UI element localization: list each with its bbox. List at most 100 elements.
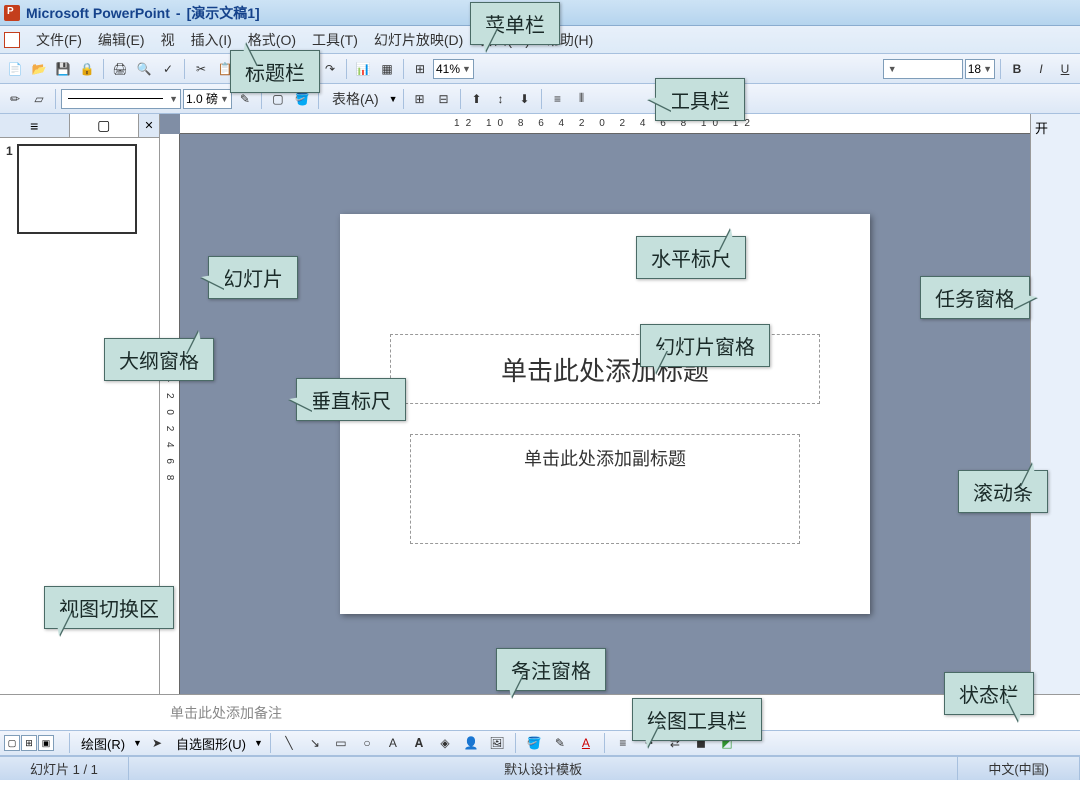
standard-toolbar: 📄 📂 💾 🔒 🖨 🔍 ✓ ✂ 📋 📄 🖌 ↶ ↷ 📊 ▦ ⊞ 41%▼ ▼ 1…	[0, 54, 1080, 84]
taskpane-title: 开	[1031, 114, 1080, 141]
line-style-icon[interactable]: ≡	[612, 732, 634, 754]
diagram-icon[interactable]: ◈	[434, 732, 456, 754]
wordart-icon[interactable]: 𝐀	[408, 732, 430, 754]
redo-icon[interactable]: ↷	[319, 58, 341, 80]
clipart-icon[interactable]: 👤	[460, 732, 482, 754]
drawing-toolbar: ▢ ⊞ ▣ 绘图(R) ▼ ➤ 自选图形(U) ▼ ╲ ↘ ▭ ○ A 𝐀 ◈ …	[0, 730, 1080, 756]
new-icon[interactable]: 📄	[4, 58, 26, 80]
eraser-icon[interactable]: ▱	[28, 88, 50, 110]
callout-slide: 幻灯片	[208, 256, 298, 299]
save-icon[interactable]: 💾	[52, 58, 74, 80]
callout-taskpane: 任务窗格	[920, 276, 1030, 319]
status-bar: 幻灯片 1 / 1 默认设计模板 中文(中国)	[0, 756, 1080, 780]
callout-toolbar: 工具栏	[655, 78, 745, 121]
slide-number: 1	[6, 144, 13, 158]
close-pane-icon[interactable]: ✕	[139, 114, 159, 137]
spell-icon[interactable]: ✓	[157, 58, 179, 80]
permission-icon[interactable]: 🔒	[76, 58, 98, 80]
callout-slidepane: 幻灯片窗格	[640, 324, 770, 367]
chevron-down-icon: ▼	[254, 738, 263, 748]
distribute-cols-icon[interactable]: ⦀	[571, 88, 593, 110]
oval-icon[interactable]: ○	[356, 732, 378, 754]
menu-file[interactable]: 文件(F)	[28, 28, 90, 52]
slide-thumbnail[interactable]	[17, 144, 137, 234]
task-pane[interactable]: 开	[1030, 114, 1080, 694]
draw-table-icon[interactable]: ✏	[4, 88, 26, 110]
draw-menu[interactable]: 绘图(R)	[77, 734, 129, 753]
print-icon[interactable]: 🖨	[109, 58, 131, 80]
chevron-down-icon: ▼	[220, 94, 229, 104]
distribute-rows-icon[interactable]: ≡	[547, 88, 569, 110]
app-name: Microsoft PowerPoint	[26, 5, 170, 21]
merge-icon[interactable]: ⊞	[409, 88, 431, 110]
normal-view-button[interactable]: ▢	[4, 735, 20, 751]
menu-slideshow[interactable]: 幻灯片放映(D)	[366, 28, 471, 52]
split-icon[interactable]: ⊟	[433, 88, 455, 110]
chevron-down-icon: ▼	[888, 64, 897, 74]
menu-view[interactable]: 视	[153, 28, 183, 52]
callout-vruler: 垂直标尺	[296, 378, 406, 421]
line-color-icon[interactable]: ✎	[549, 732, 571, 754]
preview-icon[interactable]: 🔍	[133, 58, 155, 80]
callout-hruler: 水平标尺	[636, 236, 746, 279]
chevron-down-icon: ▼	[462, 64, 471, 74]
border-weight-combo[interactable]: 1.0 磅▼	[183, 89, 232, 109]
fontsize-combo[interactable]: 18▼	[965, 59, 995, 79]
chevron-down-icon: ▼	[983, 64, 992, 74]
callout-notes: 备注窗格	[496, 648, 606, 691]
slide-canvas[interactable]: 单击此处添加标题 单击此处添加副标题	[340, 214, 870, 614]
menu-tools[interactable]: 工具(T)	[304, 28, 366, 52]
thumbnail-list: 1	[0, 138, 159, 240]
callout-titlebar: 标题栏	[230, 50, 320, 93]
chevron-down-icon: ▼	[133, 738, 142, 748]
menu-insert[interactable]: 插入(I)	[183, 28, 240, 52]
cut-icon[interactable]: ✂	[190, 58, 212, 80]
notes-placeholder: 单击此处添加备注	[170, 703, 282, 723]
outline-tabs: ≡ ▢ ✕	[0, 114, 159, 138]
font-color-icon[interactable]: A	[575, 732, 597, 754]
line-icon[interactable]: ╲	[278, 732, 300, 754]
zoom-combo[interactable]: 41%▼	[433, 59, 474, 79]
horizontal-ruler: 12 10 8 6 4 2 0 2 4 6 8 10 12	[180, 114, 1030, 134]
pointer-icon[interactable]: ➤	[146, 732, 168, 754]
fill-color-icon[interactable]: 🪣	[523, 732, 545, 754]
bold-button[interactable]: B	[1006, 58, 1028, 80]
callout-statusbar: 状态栏	[944, 672, 1034, 715]
table-icon[interactable]: ▦	[376, 58, 398, 80]
textbox-icon[interactable]: A	[382, 732, 404, 754]
grid-icon[interactable]: ⊞	[409, 58, 431, 80]
sorter-view-button[interactable]: ⊞	[21, 735, 37, 751]
callout-scrollbar: 滚动条	[958, 470, 1048, 513]
app-icon	[4, 5, 20, 21]
callout-outline: 大纲窗格	[104, 338, 214, 381]
border-style-combo[interactable]: ▼	[61, 89, 181, 109]
callout-viewswitch: 视图切换区	[44, 586, 174, 629]
subtitle-placeholder[interactable]: 单击此处添加副标题	[410, 434, 800, 544]
chevron-down-icon: ▼	[389, 94, 398, 104]
align-top-icon[interactable]: ⬆	[466, 88, 488, 110]
align-bot-icon[interactable]: ⬇	[514, 88, 536, 110]
tables-toolbar: ✏ ▱ ▼ 1.0 磅▼ ✎ ▢ 🪣 表格(A) ▼ ⊞ ⊟ ⬆ ↕ ⬇ ≡ ⦀	[0, 84, 1080, 114]
autoshape-menu[interactable]: 自选图形(U)	[172, 734, 250, 753]
table-menu[interactable]: 表格(A)	[324, 87, 387, 111]
open-icon[interactable]: 📂	[28, 58, 50, 80]
tab-outline[interactable]: ≡	[0, 114, 70, 137]
view-switch-buttons: ▢ ⊞ ▣	[4, 735, 54, 751]
chevron-down-icon: ▼	[169, 94, 178, 104]
underline-button[interactable]: U	[1054, 58, 1076, 80]
tab-slides[interactable]: ▢	[70, 114, 140, 137]
status-template: 默认设计模板	[129, 757, 958, 780]
status-slide: 幻灯片 1 / 1	[0, 757, 129, 780]
chart-icon[interactable]: 📊	[352, 58, 374, 80]
slideshow-view-button[interactable]: ▣	[38, 735, 54, 751]
menu-edit[interactable]: 编辑(E)	[90, 28, 153, 52]
align-mid-icon[interactable]: ↕	[490, 88, 512, 110]
rect-icon[interactable]: ▭	[330, 732, 352, 754]
font-combo[interactable]: ▼	[883, 59, 963, 79]
italic-button[interactable]: I	[1030, 58, 1052, 80]
thumbnail-row[interactable]: 1	[6, 144, 153, 234]
notes-pane[interactable]: 单击此处添加备注	[0, 694, 1080, 730]
arrow-icon[interactable]: ↘	[304, 732, 326, 754]
doc-icon	[4, 32, 20, 48]
picture-icon[interactable]: 🖼	[486, 732, 508, 754]
